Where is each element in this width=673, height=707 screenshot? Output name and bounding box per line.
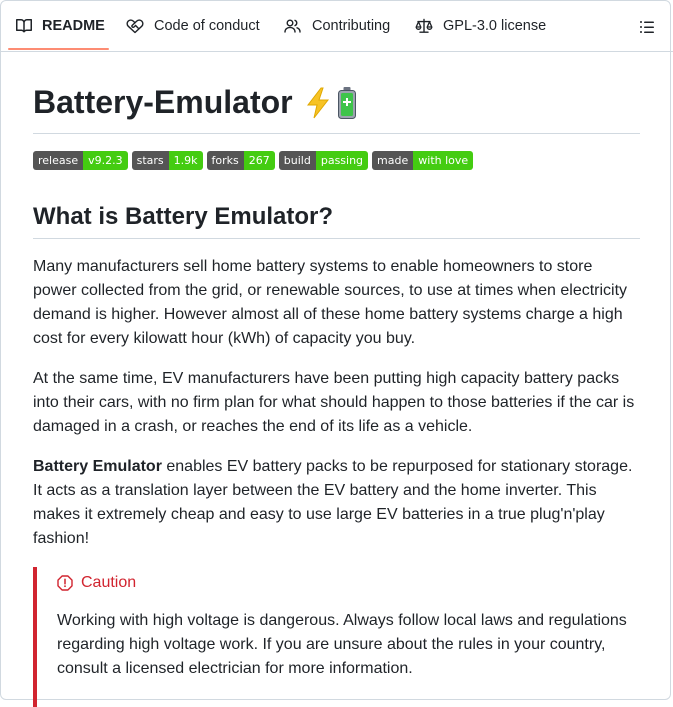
readme-tab-bar: README Code of conduct Contributing GPL-… [0, 0, 673, 52]
badge-value: with love [413, 151, 474, 170]
readme-title: Battery-Emulator [33, 84, 357, 121]
section-heading: What is Battery Emulator? [33, 203, 334, 230]
badge-label: stars [131, 151, 169, 170]
list-unordered-icon [640, 21, 654, 33]
title-divider [33, 133, 640, 134]
tab-readme-label: README [42, 17, 105, 34]
badge-label: forks [206, 151, 244, 170]
paragraph-battery-emulator: Battery Emulator enables EV battery pack… [33, 455, 640, 551]
section-divider [33, 238, 640, 239]
badge-value: 1.9k [168, 151, 203, 170]
readme-title-text: Battery-Emulator [33, 84, 293, 120]
paragraph-ev: At the same time, EV manufacturers have … [33, 370, 635, 435]
tab-license-label: GPL-3.0 license [443, 17, 547, 34]
people-icon [284, 19, 301, 33]
badge-label: made [372, 151, 414, 170]
badge-value: v9.2.3 [83, 151, 128, 170]
active-tab-underline [8, 48, 109, 50]
badge-build[interactable]: build passing [278, 151, 369, 170]
table-of-contents-button[interactable] [636, 17, 658, 37]
badge-row: release v9.2.3 stars 1.9k forks 267 build pa… [33, 151, 474, 170]
lightning-icon [306, 87, 329, 118]
badge-label: build [278, 151, 316, 170]
heart-handshake-icon [126, 18, 144, 33]
caution-title-text: Caution [81, 574, 137, 591]
caution-alert: Caution Working with high voltage is dan… [33, 567, 644, 707]
caution-title: Caution [57, 574, 136, 592]
badge-release[interactable]: release v9.2.3 [33, 151, 128, 170]
tab-readme[interactable]: README [16, 0, 105, 51]
badge-forks[interactable]: forks 267 [206, 151, 275, 170]
badge-label: release [33, 151, 84, 170]
badge-value: 267 [243, 151, 275, 170]
tab-code-of-conduct-label: Code of conduct [154, 17, 260, 34]
caution-text: Working with high voltage is dangerous. … [57, 612, 627, 677]
law-scale-icon [415, 18, 433, 33]
battery-icon [337, 86, 356, 119]
tab-contributing[interactable]: Contributing [284, 0, 390, 51]
bold-battery-emulator: Battery Emulator [33, 458, 162, 475]
tab-license[interactable]: GPL-3.0 license [415, 0, 546, 51]
badge-value: passing [315, 151, 369, 170]
badge-stars[interactable]: stars 1.9k [131, 151, 203, 170]
title-emoji [305, 86, 357, 120]
tab-contributing-label: Contributing [312, 17, 391, 34]
tab-code-of-conduct[interactable]: Code of conduct [126, 0, 260, 51]
book-icon [16, 18, 32, 32]
paragraph-intro: Many manufacturers sell home battery sys… [33, 258, 628, 347]
badge-made[interactable]: made with love [372, 151, 474, 170]
stop-icon [57, 575, 73, 591]
